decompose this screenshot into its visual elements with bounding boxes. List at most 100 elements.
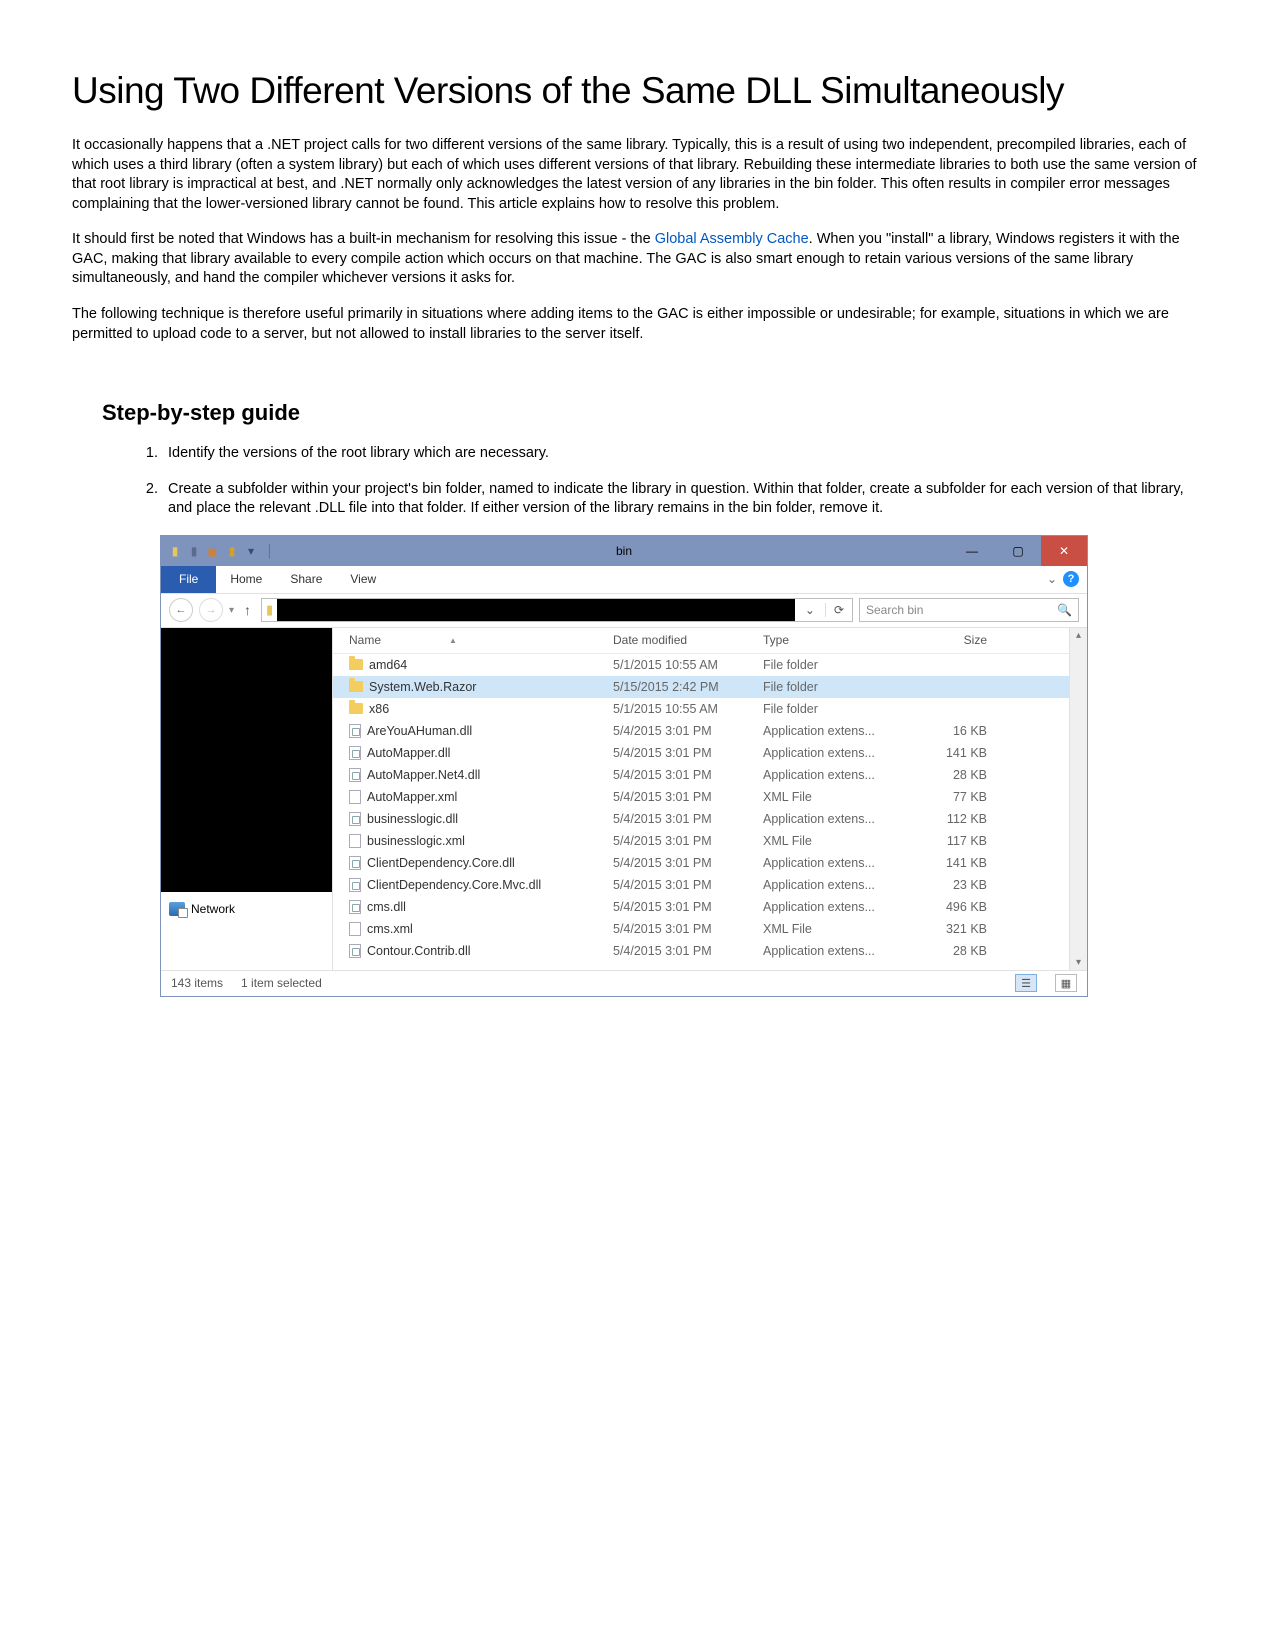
file-size: 496 KB [923, 900, 1003, 914]
search-placeholder: Search bin [866, 603, 923, 617]
titlebar[interactable]: ▮ ▮ ▣ ▮ ▾ │ bin — ▢ ✕ [161, 536, 1087, 566]
col-name-label: Name [349, 633, 381, 647]
col-type[interactable]: Type [763, 633, 923, 647]
file-row[interactable]: System.Web.Razor 5/15/2015 2:42 PMFile fo… [333, 676, 1087, 698]
status-selected: 1 item selected [241, 976, 322, 990]
file-row[interactable]: AreYouAHuman.dll5/4/2015 3:01 PMApplicat… [333, 720, 1087, 742]
page-title: Using Two Different Versions of the Same… [72, 70, 1203, 112]
window-buttons: — ▢ ✕ [949, 536, 1087, 566]
address-folder-icon: ▮ [266, 602, 273, 618]
file-row[interactable]: AutoMapper.dll 5/4/2015 3:01 PMApplicatio… [333, 742, 1087, 764]
file-icon [349, 922, 361, 936]
address-bar[interactable]: ▮ ⌄ ⟳ [261, 598, 853, 622]
file-name: Contour.Contrib.dll [367, 944, 471, 958]
home-tab[interactable]: Home [216, 566, 276, 593]
file-tab[interactable]: File [161, 566, 216, 593]
explorer-window: ▮ ▮ ▣ ▮ ▾ │ bin — ▢ ✕ File Home Share Vi… [160, 535, 1088, 997]
folder-icon [349, 659, 363, 670]
explorer-icon: ▮ [167, 543, 183, 559]
file-row[interactable]: Contour.Contrib.dll5/4/2015 3:01 PMAppli… [333, 940, 1087, 962]
file-row[interactable]: x865/1/2015 10:55 AMFile folder [333, 698, 1087, 720]
file-size: 112 KB [923, 812, 1003, 826]
file-type: Application extens... [763, 856, 923, 870]
col-size[interactable]: Size [923, 633, 1003, 647]
navigation-panel: Network [161, 628, 333, 970]
file-row[interactable]: AutoMapper.xml5/4/2015 3:01 PMXML File77… [333, 786, 1087, 808]
search-icon: 🔍 [1057, 603, 1072, 617]
step-1: Identify the versions of the root librar… [162, 444, 1203, 464]
file-row[interactable]: businesslogic.dll5/4/2015 3:01 PMApplica… [333, 808, 1087, 830]
help-icon[interactable]: ? [1063, 571, 1079, 587]
properties-icon[interactable]: ▣ [205, 543, 221, 559]
file-type: File folder [763, 680, 923, 694]
dll-icon [349, 944, 361, 958]
file-name: AutoMapper.dll [367, 746, 450, 760]
file-type: File folder [763, 702, 923, 716]
step-2: Create a subfolder within your project's… [162, 480, 1203, 519]
file-size: 16 KB [923, 724, 1003, 738]
back-button[interactable]: ← [169, 598, 193, 622]
status-bar: 143 items 1 item selected ☰ ▦ [161, 970, 1087, 996]
recent-chevron-icon[interactable]: ▾ [229, 605, 234, 616]
guide-heading: Step-by-step guide [102, 400, 1203, 426]
file-size: 321 KB [923, 922, 1003, 936]
intro-paragraph-2: It should first be noted that Windows ha… [72, 230, 1203, 289]
file-size: 77 KB [923, 790, 1003, 804]
file-row[interactable]: businesslogic.xml5/4/2015 3:01 PMXML Fil… [333, 830, 1087, 852]
ribbon-expand-icon[interactable]: ⌄ [1047, 572, 1057, 586]
file-name: businesslogic.xml [367, 834, 465, 848]
dll-icon [349, 900, 361, 914]
close-button[interactable]: ✕ [1041, 536, 1087, 566]
minimize-icon: — [966, 544, 978, 558]
scrollbar[interactable]: ▴ ▾ [1069, 628, 1087, 970]
scroll-up-icon[interactable]: ▴ [1076, 630, 1081, 641]
minimize-button[interactable]: — [949, 536, 995, 566]
file-rows: amd645/1/2015 10:55 AMFile folderSystem.… [333, 654, 1087, 962]
col-date[interactable]: Date modified [613, 633, 763, 647]
file-type: Application extens... [763, 724, 923, 738]
address-chevron-icon[interactable]: ⌄ [799, 603, 821, 617]
share-tab[interactable]: Share [276, 566, 336, 593]
file-type: Application extens... [763, 746, 923, 760]
new-folder-icon[interactable]: ▮ [224, 543, 240, 559]
para2-pre: It should first be noted that Windows ha… [72, 231, 655, 247]
file-name: System.Web.Razor [369, 680, 476, 694]
qat-chevron-icon[interactable]: ▾ [243, 543, 259, 559]
file-size: 141 KB [923, 746, 1003, 760]
file-name: x86 [369, 702, 389, 716]
file-size: 117 KB [923, 834, 1003, 848]
forward-button[interactable]: → [199, 598, 223, 622]
file-date: 5/4/2015 3:01 PM [613, 900, 763, 914]
up-button[interactable]: ↑ [240, 602, 255, 618]
file-date: 5/4/2015 3:01 PM [613, 724, 763, 738]
file-date: 5/15/2015 2:42 PM [613, 680, 763, 694]
maximize-button[interactable]: ▢ [995, 536, 1041, 566]
file-row[interactable]: cms.xml5/4/2015 3:01 PMXML File321 KB [333, 918, 1087, 940]
view-tab[interactable]: View [336, 566, 390, 593]
file-type: Application extens... [763, 944, 923, 958]
nav-network[interactable]: Network [161, 892, 332, 926]
address-path-redacted [277, 599, 795, 621]
file-row[interactable]: amd645/1/2015 10:55 AMFile folder [333, 654, 1087, 676]
sort-caret-icon: ▲ [449, 636, 457, 645]
gac-link[interactable]: Global Assembly Cache [655, 231, 809, 247]
maximize-icon: ▢ [1012, 544, 1023, 558]
refresh-icon[interactable]: ⟳ [825, 603, 852, 617]
file-row[interactable]: AutoMapper.Net4.dll5/4/2015 3:01 PMAppli… [333, 764, 1087, 786]
scroll-down-icon[interactable]: ▾ [1076, 957, 1081, 968]
file-icon [349, 790, 361, 804]
search-input[interactable]: Search bin 🔍 [859, 598, 1079, 622]
file-date: 5/4/2015 3:01 PM [613, 746, 763, 760]
file-type: XML File [763, 790, 923, 804]
file-size: 28 KB [923, 768, 1003, 782]
qat-sep-icon: ▮ [186, 543, 202, 559]
details-view-button[interactable]: ☰ [1015, 974, 1037, 992]
status-count: 143 items [171, 976, 223, 990]
file-row[interactable]: ClientDependency.Core.dll5/4/2015 3:01 P… [333, 852, 1087, 874]
col-name[interactable]: Name ▲ [333, 633, 613, 647]
file-row[interactable]: cms.dll5/4/2015 3:01 PMApplication exten… [333, 896, 1087, 918]
thumbnails-view-button[interactable]: ▦ [1055, 974, 1077, 992]
file-row[interactable]: ClientDependency.Core.Mvc.dll5/4/2015 3:… [333, 874, 1087, 896]
file-date: 5/1/2015 10:55 AM [613, 658, 763, 672]
file-type: Application extens... [763, 900, 923, 914]
